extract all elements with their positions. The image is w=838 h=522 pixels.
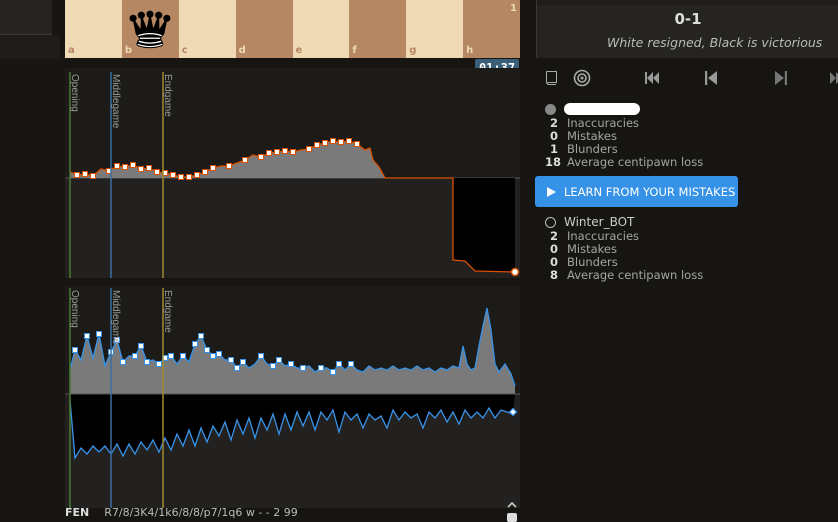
player-name[interactable]: Winter_BOT — [564, 215, 634, 229]
black-queen-icon[interactable] — [127, 6, 173, 52]
game-status: White resigned, Black is victorious — [607, 35, 823, 50]
move-navigation-bar — [536, 64, 838, 92]
stat-value: 8 — [549, 268, 558, 282]
prev-move-icon[interactable] — [697, 64, 725, 92]
first-move-icon[interactable] — [638, 64, 666, 92]
player-white-summary: Winter_BOT 2 Inaccuracies 0 Mistakes 0 Blun… — [545, 214, 835, 282]
stat-label: Average centipawn loss — [567, 155, 704, 169]
opening-label: Opening — [69, 74, 80, 112]
result-panel-top-strip — [537, 0, 838, 5]
file-label: g — [409, 45, 417, 56]
learn-button-label: LEARN FROM YOUR MISTAKES — [564, 184, 736, 199]
learn-from-mistakes-button[interactable]: LEARN FROM YOUR MISTAKES — [535, 176, 738, 207]
scroll-up-icon[interactable] — [505, 500, 519, 522]
game-result-panel: 0-1 White resigned, Black is victorious — [536, 0, 838, 58]
next-move-icon[interactable] — [767, 64, 795, 92]
endgame-label: Endgame — [162, 74, 173, 117]
eval-current-move-marker — [510, 267, 520, 277]
fen-row: FEN R7/8/3K4/1k6/8/8/p7/1q6 w - - 2 99 — [65, 506, 298, 519]
charts-svg[interactable]: Opening Middlegame Endgame Opening Middl… — [65, 68, 520, 508]
play-icon — [547, 186, 556, 197]
middlegame-label: Middlegame — [110, 74, 121, 129]
chess-board-rank-1[interactable]: a b c d e f g 1 h — [65, 0, 520, 58]
top-left-panel-lower — [0, 35, 60, 59]
eval-area-negative — [453, 178, 515, 272]
file-label: f — [352, 45, 357, 56]
fen-value[interactable]: R7/8/3K4/1k6/8/8/p7/1q6 w - - 2 99 — [104, 506, 298, 519]
game-score: 0-1 — [674, 10, 702, 28]
file-label: d — [238, 45, 246, 56]
chart-divider — [65, 278, 520, 286]
eval-chart-lower-bg — [65, 178, 520, 278]
stat-acpl: 18 Average centipawn loss — [545, 156, 835, 169]
white-color-icon — [545, 216, 556, 228]
opening-label-time: Opening — [69, 290, 80, 328]
file-label: c — [181, 45, 188, 56]
target-icon[interactable] — [568, 64, 596, 92]
file-label: e — [295, 45, 303, 56]
square-a1[interactable]: a — [65, 0, 122, 58]
square-b1[interactable]: b — [121, 0, 179, 58]
rank-label: 1 — [510, 3, 517, 14]
stat-value: 18 — [545, 155, 562, 169]
file-label: b — [124, 45, 133, 56]
stat-label: Average centipawn loss — [567, 268, 704, 282]
player-black-header[interactable] — [545, 101, 835, 117]
black-color-icon — [545, 103, 556, 115]
file-label: a — [68, 45, 75, 56]
redacted-player-name — [564, 103, 640, 115]
square-f1[interactable]: f — [349, 0, 407, 58]
stat-acpl: 8 Average centipawn loss — [545, 269, 835, 282]
endgame-label-time: Endgame — [162, 290, 173, 333]
last-move-icon[interactable] — [822, 64, 838, 92]
book-icon[interactable] — [538, 64, 566, 92]
square-d1[interactable]: d — [235, 0, 293, 58]
square-g1[interactable]: g — [406, 0, 464, 58]
player-white-header[interactable]: Winter_BOT — [545, 214, 835, 230]
top-left-panel — [0, 0, 52, 35]
square-c1[interactable]: c — [178, 0, 236, 58]
square-e1[interactable]: e — [292, 0, 350, 58]
middlegame-label-time: Middlegame — [110, 290, 121, 345]
file-label: h — [466, 45, 474, 56]
analysis-charts[interactable]: Opening Middlegame Endgame Opening Middl… — [65, 68, 520, 508]
fen-label: FEN — [65, 506, 90, 519]
player-black-summary: 2 Inaccuracies 0 Mistakes 1 Blunders 18 Aver… — [545, 101, 835, 169]
square-h1[interactable]: 1 h — [463, 0, 520, 58]
